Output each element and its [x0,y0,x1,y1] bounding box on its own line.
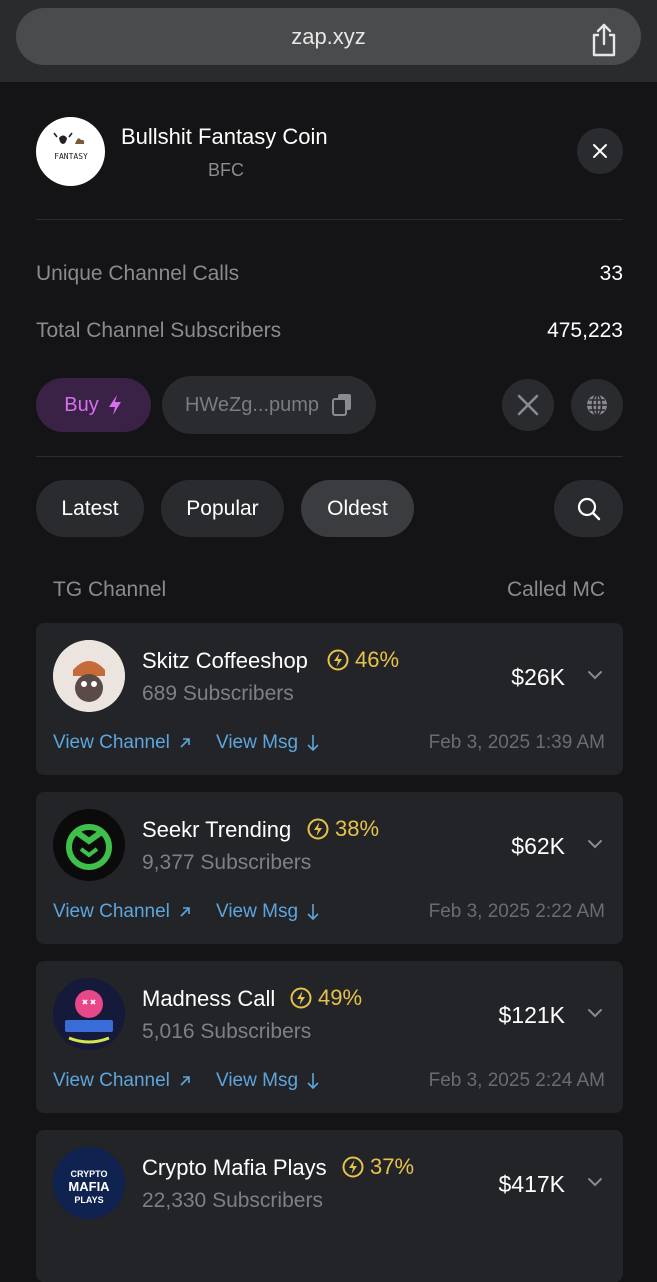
share-icon[interactable] [589,22,619,58]
coin-ticker: BFC [208,160,244,180]
channel-card[interactable]: Skitz Coffeeshop 46% 689 Subscribers $26… [36,623,623,775]
channel-name: Seekr Trending [142,817,292,842]
arrow-up-right-icon [180,738,190,748]
channel-name: Skitz Coffeeshop [142,648,308,673]
buy-label: Buy [64,393,99,416]
channel-card[interactable]: Seekr Trending 38% 9,377 Subscribers $62… [36,792,623,944]
channel-percent-value: 38% [335,816,380,841]
lightning-circle-icon [290,987,312,1009]
view-msg-label: View Msg [216,732,299,753]
contract-address: HWeZg...pump [184,393,320,416]
chevron-down-icon[interactable] [587,1174,603,1190]
tab-popular[interactable]: Popular [161,480,284,537]
channel-avatar [53,809,125,881]
buy-button[interactable]: Buy [36,378,151,432]
channel-percent: 49% [290,985,362,1011]
channel-name: Crypto Mafia Plays [142,1155,327,1180]
channel-card[interactable]: CRYPTO MAFIA PLAYS Crypto Mafia Plays 37… [36,1130,623,1282]
x-twitter-button[interactable] [502,379,554,431]
channel-avatar: CRYPTO MAFIA PLAYS [53,1147,125,1219]
channel-avatar [53,640,125,712]
arrow-down-icon [307,735,319,752]
column-header-channel: TG Channel [53,578,167,601]
contract-address-button[interactable]: HWeZg...pump [162,376,376,434]
address-bar[interactable]: zap.xyz [16,8,641,65]
search-button[interactable] [554,480,623,537]
arrow-up-right-icon [180,1076,190,1086]
token-panel: FANTASY Bullshit Fantasy Coin BFC Unique… [0,82,657,1282]
lightning-circle-icon [307,818,329,840]
channel-called-mc: $26K [511,664,565,690]
channel-percent: 38% [307,816,379,842]
stat-value-unique-calls: 33 [599,262,623,285]
stat-value-total-subscribers: 475,223 [547,319,623,342]
copy-icon [332,394,352,416]
channel-subscribers: 689 Subscribers [142,682,294,705]
view-channel-label: View Channel [53,901,170,922]
view-msg-label: View Msg [216,901,299,922]
view-msg-label: View Msg [216,1070,299,1091]
channel-percent: 37% [342,1154,414,1180]
channel-percent-value: 49% [318,985,363,1010]
channel-subscribers: 9,377 Subscribers [142,851,312,874]
divider [36,219,623,220]
arrow-down-icon [307,1073,319,1090]
coin-logo-art: FANTASY [52,132,88,161]
channel-called-mc: $417K [498,1171,565,1197]
call-date: Feb 3, 2025 2:24 AM [428,1070,605,1091]
channel-avatar [53,978,125,1050]
lightning-circle-icon [342,1156,364,1178]
channel-percent: 46% [327,647,399,673]
avatar-text-line: CRYPTO [70,1169,107,1179]
close-button[interactable] [577,128,623,174]
view-channel-link[interactable]: View Channel [53,901,192,923]
channel-subscribers: 22,330 Subscribers [142,1189,323,1212]
url-text: zap.xyz [291,23,366,49]
close-icon [593,144,607,158]
globe-icon [587,394,607,416]
arrow-up-right-icon [180,907,190,917]
view-channel-link[interactable]: View Channel [53,732,192,754]
channel-percent-value: 37% [370,1154,415,1179]
view-msg-link[interactable]: View Msg [216,732,320,754]
coin-logo: FANTASY [36,117,105,186]
channel-called-mc: $62K [511,833,565,859]
coin-name: Bullshit Fantasy Coin [121,124,328,149]
search-icon [577,497,600,520]
avatar-text-line: MAFIA [68,1179,110,1194]
lightning-circle-icon [327,649,349,671]
website-button[interactable] [571,379,623,431]
channel-card[interactable]: Madness Call 49% 5,016 Subscribers $121K… [36,961,623,1113]
tab-latest[interactable]: Latest [36,480,144,537]
chevron-down-icon[interactable] [587,836,603,852]
view-msg-link[interactable]: View Msg [216,1070,320,1092]
divider [36,456,623,457]
stat-label-unique-calls: Unique Channel Calls [36,262,240,285]
coin-logo-text: FANTASY [54,152,88,161]
channel-percent-value: 46% [355,647,400,672]
chevron-down-icon[interactable] [587,1005,603,1021]
view-channel-label: View Channel [53,1070,170,1091]
chevron-down-icon[interactable] [587,667,603,683]
channel-subscribers: 5,016 Subscribers [142,1020,312,1043]
browser-toolbar: zap.xyz [0,0,657,82]
call-date: Feb 3, 2025 2:22 AM [428,901,605,922]
view-msg-link[interactable]: View Msg [216,901,320,923]
view-channel-label: View Channel [53,732,170,753]
column-header-called-mc: Called MC [506,578,605,601]
x-logo-icon [517,394,539,416]
call-date: Feb 3, 2025 1:39 AM [428,732,605,753]
stat-label-total-subscribers: Total Channel Subscribers [36,319,282,342]
tab-oldest[interactable]: Oldest [301,480,414,537]
arrow-down-icon [307,904,319,921]
channel-name: Madness Call [142,986,276,1011]
avatar-text-line: PLAYS [74,1195,103,1205]
channel-called-mc: $121K [498,1002,565,1028]
view-channel-link[interactable]: View Channel [53,1070,192,1092]
lightning-icon [108,395,121,415]
